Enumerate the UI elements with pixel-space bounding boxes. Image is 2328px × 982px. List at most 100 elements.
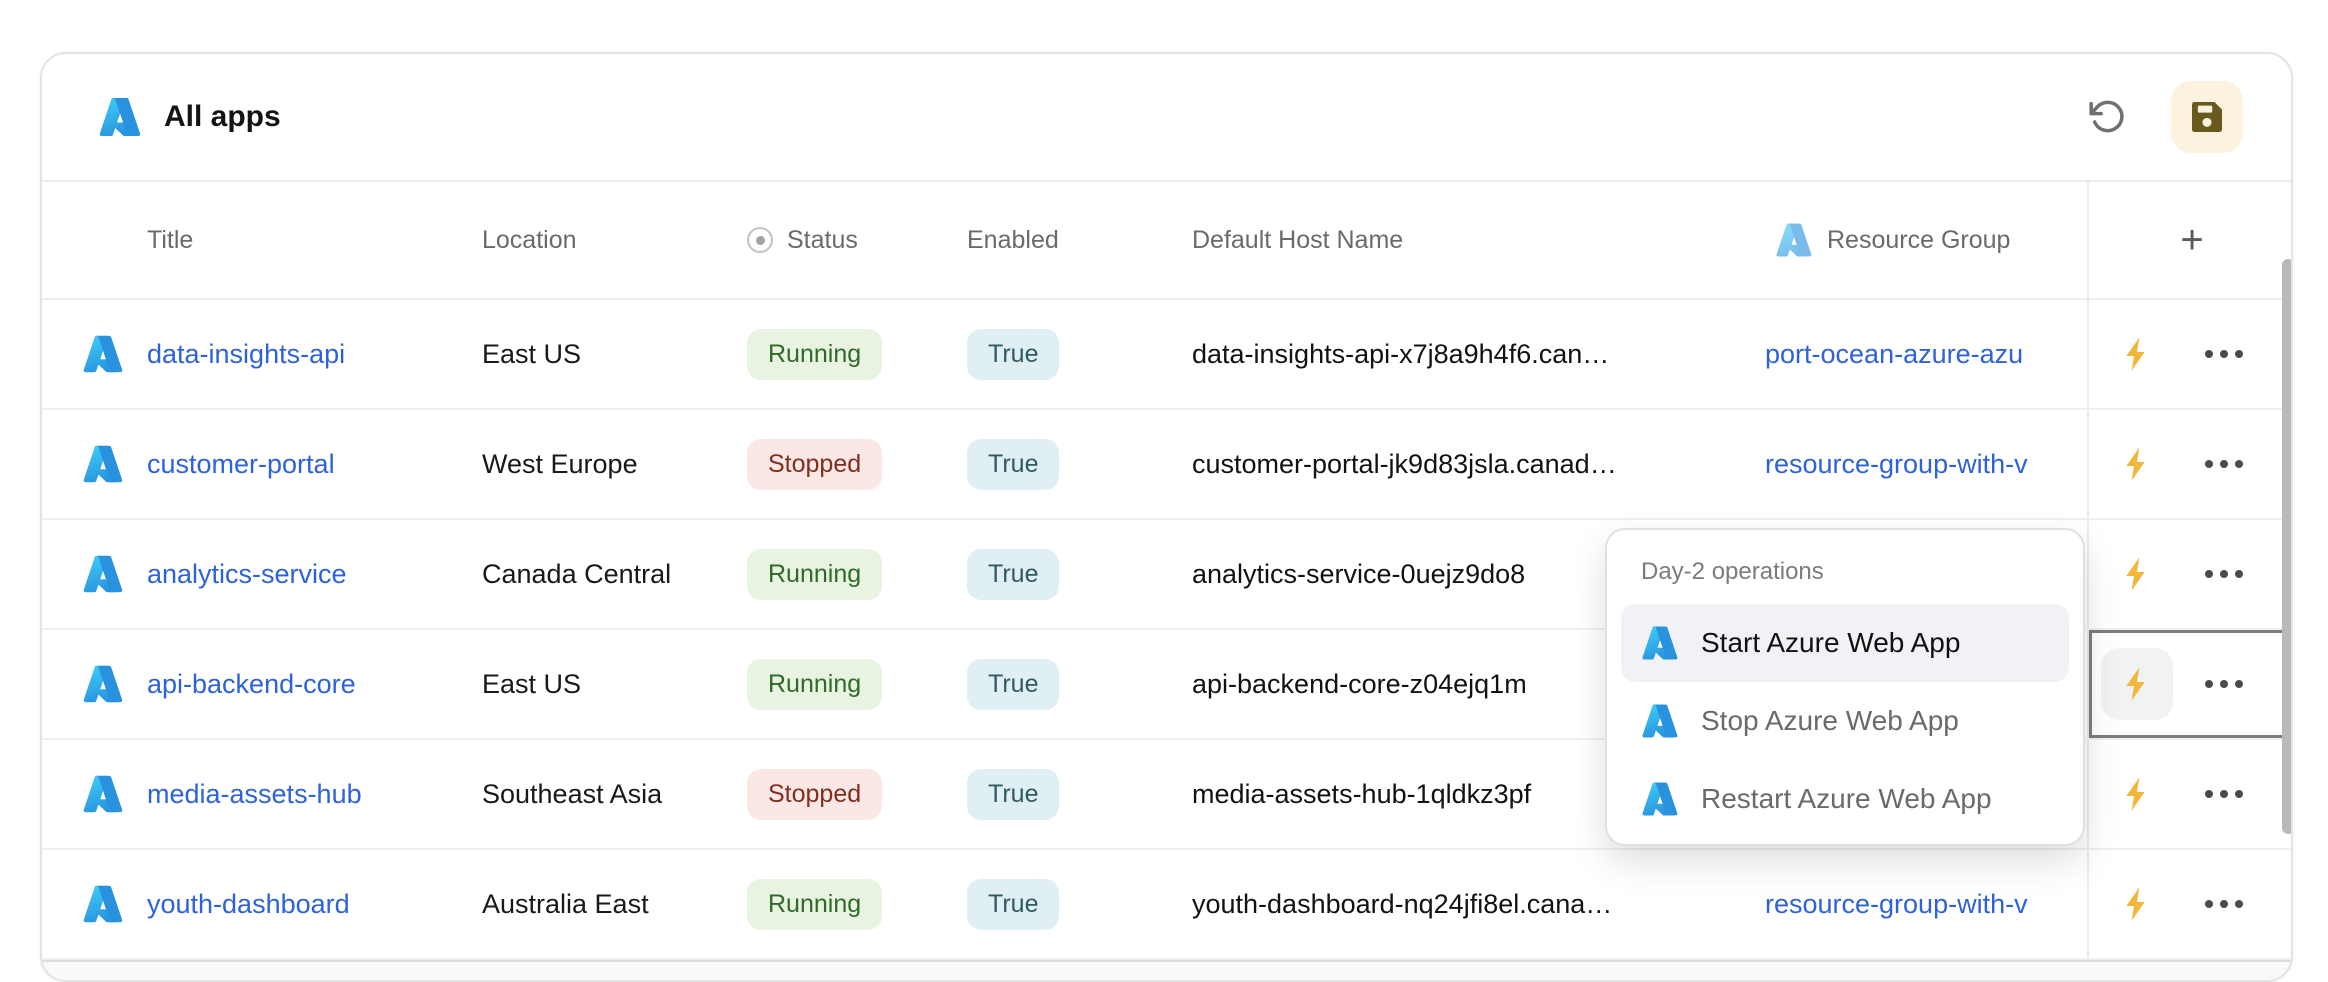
table-row: data-insights-api East US Running True d…: [42, 300, 2291, 410]
app-title-link[interactable]: api-backend-core: [147, 669, 356, 699]
azure-logo-icon: [1641, 624, 1679, 662]
menu-item-label: Stop Azure Web App: [1701, 705, 1959, 737]
ellipsis-icon: [2205, 460, 2213, 468]
enabled-badge: True: [967, 659, 1059, 710]
lightning-bolt-icon: [2117, 662, 2157, 706]
azure-logo-icon: [82, 553, 124, 595]
column-header-location[interactable]: Location: [482, 226, 747, 255]
column-label: Location: [482, 226, 577, 255]
app-title-link[interactable]: youth-dashboard: [147, 889, 350, 919]
plus-icon: +: [2180, 218, 2203, 263]
azure-logo-icon: [1641, 702, 1679, 740]
table-row: youth-dashboard Australia East Running T…: [42, 850, 2291, 960]
menu-item[interactable]: Stop Azure Web App: [1621, 682, 2069, 760]
quick-actions-button[interactable]: [2101, 868, 2173, 940]
column-label: Resource Group: [1827, 226, 2010, 255]
host-name-cell: data-insights-api-x7j8a9h4f6.can…: [1192, 339, 1765, 370]
row-menu-button[interactable]: [2201, 560, 2247, 588]
lightning-bolt-icon: [2117, 442, 2157, 486]
status-badge: Running: [747, 879, 882, 930]
row-menu-button[interactable]: [2201, 450, 2247, 478]
row-actions-cell: [2087, 300, 2293, 408]
row-menu-button[interactable]: [2201, 890, 2247, 918]
column-header-resource-group[interactable]: Resource Group: [1765, 221, 2087, 259]
rotate-ccw-icon: [2087, 97, 2127, 137]
column-header-enabled[interactable]: Enabled: [967, 226, 1192, 255]
azure-logo-icon: [1641, 780, 1679, 818]
app-title-link[interactable]: analytics-service: [147, 559, 347, 589]
location-cell: East US: [482, 339, 747, 370]
host-name-cell: youth-dashboard-nq24jfi8el.cana…: [1192, 889, 1765, 920]
save-icon: [2187, 97, 2227, 137]
quick-actions-button[interactable]: [2101, 648, 2173, 720]
menu-item-label: Restart Azure Web App: [1701, 783, 1992, 815]
page-title: All apps: [164, 100, 281, 134]
column-label: Enabled: [967, 226, 1059, 255]
host-name-cell: customer-portal-jk9d83jsla.canad…: [1192, 449, 1765, 480]
location-cell: East US: [482, 669, 747, 700]
menu-item-label: Start Azure Web App: [1701, 627, 1960, 659]
lightning-bolt-icon: [2117, 552, 2157, 596]
row-actions-cell: [2087, 520, 2293, 628]
row-actions-cell: [2087, 630, 2293, 738]
menu-items: Start Azure Web App Stop Azure Web App R…: [1607, 604, 2083, 838]
quick-actions-button[interactable]: [2101, 428, 2173, 500]
location-cell: West Europe: [482, 449, 747, 480]
column-header-host[interactable]: Default Host Name: [1192, 226, 1765, 255]
column-header-title[interactable]: Title: [147, 226, 482, 255]
card-header: All apps: [42, 54, 2291, 182]
status-badge: Running: [747, 549, 882, 600]
azure-logo-icon: [98, 95, 142, 139]
column-label: Default Host Name: [1192, 226, 1403, 255]
location-cell: Australia East: [482, 889, 747, 920]
azure-logo-icon: [1775, 221, 1813, 259]
vertical-scrollbar-thumb[interactable]: [2282, 259, 2293, 834]
status-badge: Stopped: [747, 769, 882, 820]
app-title-link[interactable]: customer-portal: [147, 449, 335, 479]
ellipsis-icon: [2205, 790, 2213, 798]
save-button[interactable]: [2171, 81, 2243, 153]
day2-operations-menu: Day-2 operations Start Azure Web App Sto…: [1605, 528, 2085, 846]
menu-item[interactable]: Start Azure Web App: [1621, 604, 2069, 682]
resource-group-link[interactable]: resource-group-with-v: [1765, 889, 2028, 919]
table-row: customer-portal West Europe Stopped True…: [42, 410, 2291, 520]
quick-actions-button[interactable]: [2101, 758, 2173, 830]
lightning-bolt-icon: [2117, 332, 2157, 376]
enabled-badge: True: [967, 879, 1059, 930]
ellipsis-icon: [2205, 570, 2213, 578]
app-title-link[interactable]: media-assets-hub: [147, 779, 362, 809]
status-badge: Running: [747, 329, 882, 380]
row-actions-cell: [2087, 850, 2293, 958]
add-column-button[interactable]: +: [2087, 182, 2293, 298]
location-cell: Canada Central: [482, 559, 747, 590]
lightning-bolt-icon: [2117, 772, 2157, 816]
azure-logo-icon: [82, 333, 124, 375]
ellipsis-icon: [2205, 350, 2213, 358]
azure-logo-icon: [82, 443, 124, 485]
quick-actions-button[interactable]: [2101, 318, 2173, 390]
location-cell: Southeast Asia: [482, 779, 747, 810]
row-menu-button[interactable]: [2201, 340, 2247, 368]
quick-actions-button[interactable]: [2101, 538, 2173, 610]
resource-group-link[interactable]: port-ocean-azure-azu: [1765, 339, 2023, 369]
enabled-badge: True: [967, 329, 1059, 380]
app-title-link[interactable]: data-insights-api: [147, 339, 345, 369]
status-badge: Stopped: [747, 439, 882, 490]
column-label: Status: [787, 226, 858, 255]
menu-item[interactable]: Restart Azure Web App: [1621, 760, 2069, 838]
menu-section-label: Day-2 operations: [1607, 530, 2083, 604]
column-header-status[interactable]: Status: [747, 226, 967, 255]
resource-group-link[interactable]: resource-group-with-v: [1765, 449, 2028, 479]
table-header-row: Title Location Status Enabled Default Ho…: [42, 182, 2291, 300]
row-menu-button[interactable]: [2201, 670, 2247, 698]
lightning-bolt-icon: [2117, 882, 2157, 926]
undo-button[interactable]: [2071, 81, 2143, 153]
enabled-badge: True: [967, 769, 1059, 820]
ellipsis-icon: [2205, 900, 2213, 908]
azure-logo-icon: [82, 773, 124, 815]
row-menu-button[interactable]: [2201, 780, 2247, 808]
table-footer-strip: [42, 960, 2291, 980]
row-actions-cell: [2087, 740, 2293, 848]
enabled-badge: True: [967, 549, 1059, 600]
radio-circle-icon: [747, 227, 773, 253]
